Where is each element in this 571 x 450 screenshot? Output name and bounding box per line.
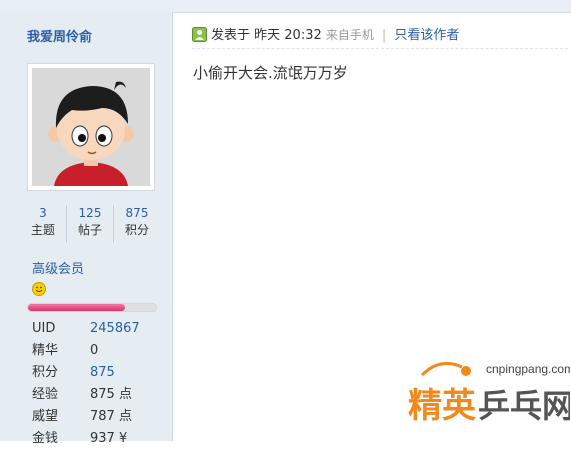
author-stats: 3 主题 125 帖子 875 积分 — [20, 205, 160, 243]
stat-credits-value: 875 — [125, 206, 149, 220]
post-content: 小偷开大会.流氓万万岁 — [193, 64, 348, 82]
info-key: 威望 — [32, 409, 59, 424]
info-key: 金钱 — [32, 431, 59, 446]
stat-posts-value: 125 — [78, 206, 102, 220]
stat-posts-label: 帖子 — [77, 223, 102, 237]
avatar[interactable] — [27, 63, 155, 191]
cnpingpang-watermark-logo: cnpingpang.com 精英 乒乓网 — [408, 361, 570, 426]
stat-topics[interactable]: 3 主题 — [20, 205, 66, 243]
post-time: 昨天 20:32 — [254, 28, 322, 43]
info-key: UID — [32, 321, 56, 336]
info-row-prestige: 威望 787 点 — [32, 406, 140, 428]
info-row-credits: 积分 875 — [32, 362, 140, 384]
stat-credits[interactable]: 875 积分 — [113, 205, 160, 243]
watermark-brand-a: 精英 — [408, 386, 477, 426]
info-key: 精华 — [32, 343, 59, 358]
info-row-uid: UID 245867 — [32, 318, 140, 340]
info-row-money: 金钱 937 ¥ — [32, 428, 140, 450]
stat-posts[interactable]: 125 帖子 — [66, 205, 113, 243]
stat-credits-label: 积分 — [124, 223, 149, 237]
info-row-experience: 经验 875 点 — [32, 384, 140, 406]
separator: | — [381, 28, 387, 43]
stat-topics-value: 3 — [39, 206, 47, 220]
info-row-digest: 精华 0 — [32, 340, 140, 362]
info-value: 787 点 — [90, 409, 132, 424]
user-rank[interactable]: 高级会员 — [32, 258, 84, 277]
info-value-credits[interactable]: 875 — [90, 362, 115, 384]
info-value: 937 ¥ — [90, 431, 128, 446]
watermark-url: cnpingpang.com — [486, 362, 570, 376]
level-progress-fill — [28, 304, 126, 311]
info-key: 经验 — [32, 387, 59, 402]
avatar-image — [32, 68, 150, 186]
watermark-brand-b: 乒乓网 — [478, 387, 570, 425]
view-author-only-link[interactable]: 只看该作者 — [394, 28, 459, 43]
author-sidebar: 我爱周伶俞 3 主题 125 帖子 875 积分 高级会员 UID 245867… — [0, 12, 173, 446]
info-value: 875 点 — [90, 387, 132, 402]
info-value-uid[interactable]: 245867 — [90, 318, 140, 340]
info-value: 0 — [90, 343, 99, 358]
author-name-link[interactable]: 我爱周伶俞 — [27, 26, 92, 45]
level-progress-bar — [27, 303, 157, 312]
posted-label: 发表于 — [211, 28, 251, 43]
author-info-list: UID 245867 精华 0 积分 875 经验 875 点 威望 787 点… — [32, 318, 140, 450]
smiley-rank-icon — [32, 282, 46, 296]
stat-topics-label: 主题 — [30, 223, 55, 237]
post-header: 发表于 昨天 20:32 来自手机 | 只看该作者 — [192, 22, 568, 49]
online-status-icon — [192, 27, 207, 42]
info-key: 积分 — [32, 365, 59, 380]
post-source: 来自手机 — [325, 28, 374, 42]
